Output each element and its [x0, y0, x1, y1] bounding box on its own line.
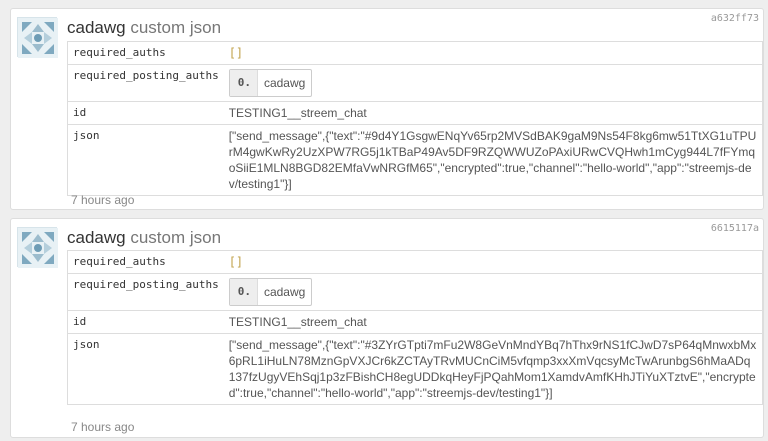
required-auths-value: []	[228, 255, 244, 269]
operation-details-table: required_auths [] required_posting_auths…	[67, 250, 763, 405]
posting-auth-account-link[interactable]: cadawg	[258, 75, 311, 91]
operation-type: custom json	[130, 228, 222, 247]
identicon-icon	[18, 228, 58, 268]
table-row: id TESTING1__streem_chat	[67, 101, 763, 125]
id-label: id	[67, 101, 224, 125]
required-posting-auths-label: required_posting_auths	[67, 273, 224, 311]
posting-auth-account-link[interactable]: cadawg	[258, 284, 311, 300]
avatar[interactable]	[17, 227, 58, 268]
transaction-hash[interactable]: 6615117a	[711, 223, 759, 234]
json-label: json	[67, 333, 224, 405]
operation-title: cadawg custom json	[67, 17, 221, 39]
identicon-icon	[18, 18, 58, 58]
operation-card: 6615117a cadawg custom json required_aut…	[10, 218, 764, 438]
operation-type: custom json	[130, 18, 222, 37]
timestamp-link[interactable]: 7 hours ago	[71, 420, 134, 434]
posting-auth-item: 0. cadawg	[228, 278, 313, 306]
transaction-hash[interactable]: a632ff73	[711, 13, 759, 24]
posting-auth-index: 0.	[229, 279, 258, 305]
json-label: json	[67, 124, 224, 196]
id-value: TESTING1__streem_chat	[223, 310, 763, 334]
required-auths-label: required_auths	[73, 255, 166, 268]
author-link[interactable]: cadawg	[67, 18, 126, 37]
table-row: required_auths []	[68, 251, 763, 274]
id-value: TESTING1__streem_chat	[223, 101, 763, 125]
table-row: id TESTING1__streem_chat	[67, 310, 763, 334]
table-row: required_posting_auths 0. cadawg	[67, 64, 763, 102]
required-posting-auths-label: required_posting_auths	[67, 64, 224, 102]
id-label: id	[67, 310, 224, 334]
posting-auth-item: 0. cadawg	[228, 69, 313, 97]
timestamp-link[interactable]: 7 hours ago	[71, 193, 134, 207]
author-link[interactable]: cadawg	[67, 228, 126, 247]
json-value: ["send_message",{"text":"#9d4Y1GsgwENqYv…	[223, 124, 763, 196]
operation-title: cadawg custom json	[67, 227, 221, 249]
operation-card: a632ff73 cadawg custom json required_aut…	[10, 8, 764, 210]
operation-details-table: required_auths [] required_posting_auths…	[67, 41, 763, 196]
table-row: required_auths []	[68, 42, 763, 65]
table-row: json ["send_message",{"text":"#3ZYrGTpti…	[67, 333, 763, 405]
required-auths-value: []	[228, 46, 244, 60]
table-row: required_posting_auths 0. cadawg	[67, 273, 763, 311]
posting-auth-index: 0.	[229, 70, 258, 96]
json-value: ["send_message",{"text":"#3ZYrGTpti7mFu2…	[223, 333, 763, 405]
required-auths-label: required_auths	[73, 46, 166, 59]
table-row: json ["send_message",{"text":"#9d4Y1Gsgw…	[67, 124, 763, 196]
avatar[interactable]	[17, 17, 58, 58]
